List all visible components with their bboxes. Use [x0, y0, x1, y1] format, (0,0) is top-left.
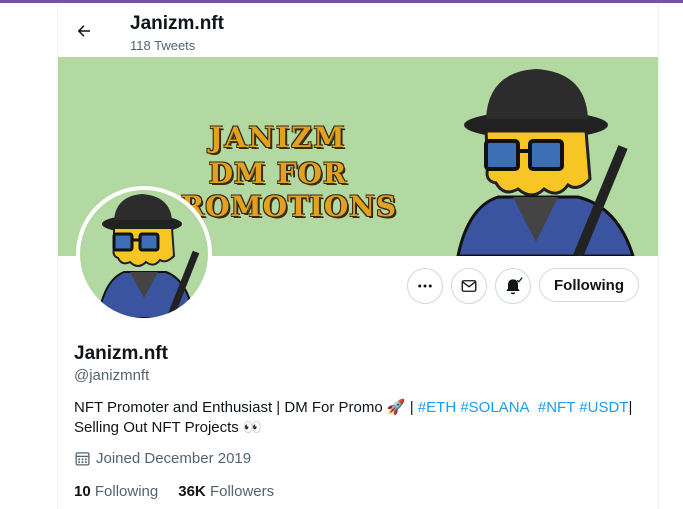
bell-check-icon — [506, 277, 523, 295]
eyes-emoji: 👀 — [242, 419, 262, 436]
joined-label: Joined December 2019 — [96, 450, 252, 467]
following-stat[interactable]: 10 Following — [74, 483, 158, 500]
back-button[interactable] — [70, 17, 98, 45]
hashtag-solana[interactable]: #SOLANA — [460, 399, 529, 416]
notifications-button[interactable] — [495, 268, 531, 304]
following-button[interactable]: Following — [539, 268, 639, 302]
bio-suffix: | — [628, 399, 633, 416]
follow-stats: 10 Following 36K Followers — [74, 483, 274, 500]
message-button[interactable] — [451, 268, 487, 304]
profile-bio: NFT Promoter and Enthusiast | DM For Pro… — [74, 398, 644, 438]
avatar-skull-illustration — [96, 194, 200, 318]
rocket-emoji: 🚀 — [386, 399, 406, 416]
joined-date: Joined December 2019 — [74, 450, 251, 467]
hashtag-eth[interactable]: #ETH — [418, 399, 456, 416]
followers-count: 36K — [178, 483, 206, 500]
calendar-icon — [75, 452, 90, 466]
more-options-button[interactable] — [407, 268, 443, 304]
arrow-left-icon — [77, 25, 90, 37]
profile-avatar[interactable] — [76, 186, 212, 322]
tweet-count: 118 Tweets — [130, 38, 196, 53]
following-label: Following — [94, 483, 159, 500]
followers-stat[interactable]: 36K Followers — [178, 483, 274, 500]
followers-label: Followers — [209, 483, 275, 500]
profile-name: Janizm.nft — [74, 343, 168, 364]
bio-text: NFT Promoter and Enthusiast | DM For Pro… — [74, 399, 387, 416]
profile-handle: @janizmnft — [74, 367, 150, 384]
header-title: Janizm.nft — [130, 13, 224, 34]
hashtag-usdt[interactable]: #USDT — [579, 399, 628, 416]
profile-column: Janizm.nft 118 Tweets JANIZM DM FOR PROM… — [57, 3, 659, 509]
bio-line-2: Selling Out NFT Projects — [74, 419, 243, 436]
following-count: 10 — [74, 483, 91, 500]
profile-header: Janizm.nft 118 Tweets — [58, 3, 658, 57]
bio-separator: | — [405, 399, 418, 416]
more-horizontal-icon — [418, 284, 432, 288]
envelope-icon — [461, 280, 477, 292]
hashtag-nft[interactable]: #NFT — [538, 399, 575, 416]
